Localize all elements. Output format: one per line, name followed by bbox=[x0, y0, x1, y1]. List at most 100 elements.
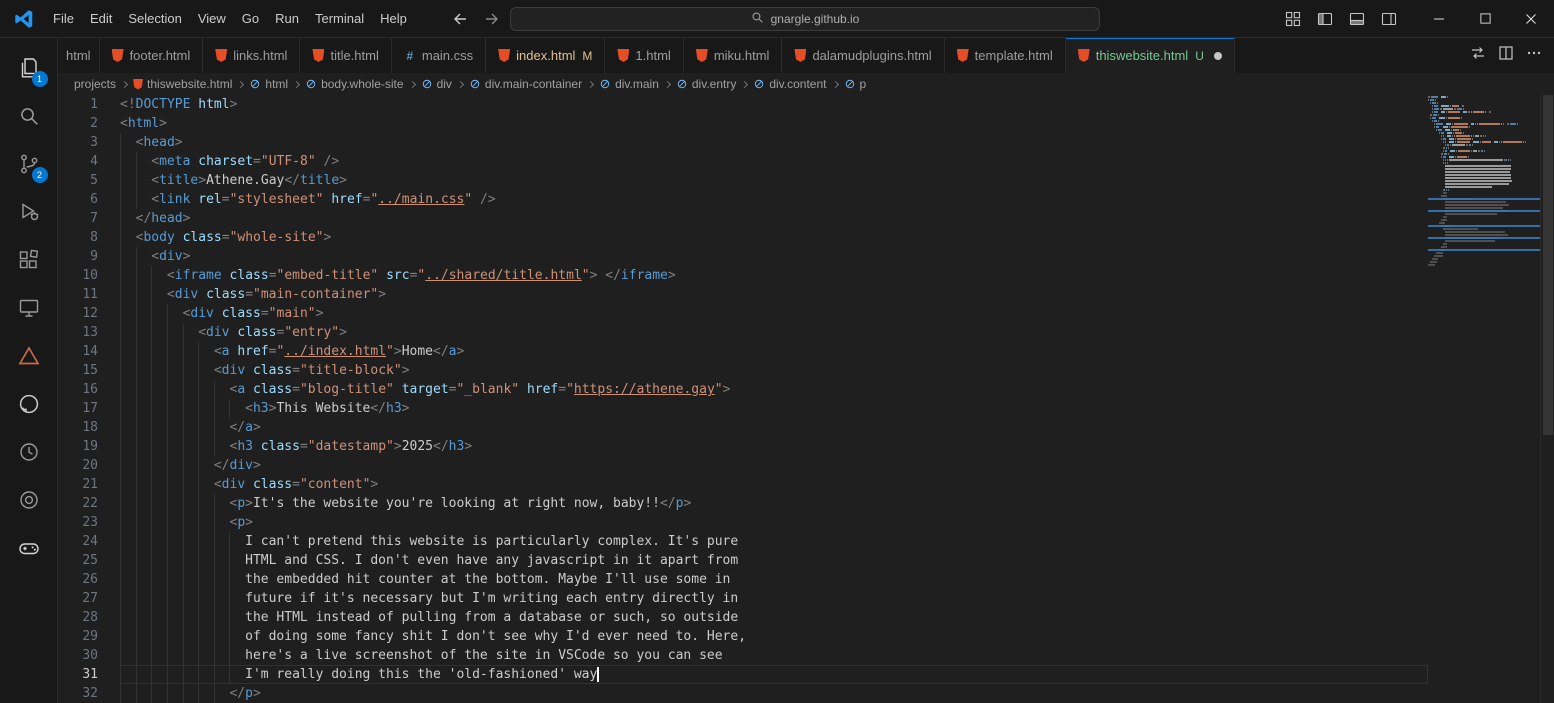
line-number[interactable]: 16 bbox=[58, 380, 120, 399]
tab-links.html[interactable]: links.html bbox=[203, 38, 300, 73]
code-line[interactable]: 8<body class="whole-site"> bbox=[58, 228, 1428, 247]
code-line[interactable]: 15<div class="title-block"> bbox=[58, 361, 1428, 380]
line-number[interactable]: 26 bbox=[58, 570, 120, 589]
breadcrumb-item-thiswebsite.html[interactable]: thiswebsite.html bbox=[133, 77, 232, 91]
line-number[interactable]: 3 bbox=[58, 133, 120, 152]
tab-footer.html[interactable]: footer.html bbox=[100, 38, 204, 73]
minimap[interactable] bbox=[1428, 95, 1540, 703]
code-line[interactable]: 20</div> bbox=[58, 456, 1428, 475]
tab-dalamudplugins.html[interactable]: dalamudplugins.html bbox=[782, 38, 944, 73]
code-line[interactable]: 31I'm really doing this the 'old-fashion… bbox=[58, 665, 1428, 684]
sidebar-item-gamepad-extension[interactable] bbox=[0, 524, 58, 572]
code-line[interactable]: 28the HTML instead of pulling from a dat… bbox=[58, 608, 1428, 627]
line-number[interactable]: 21 bbox=[58, 475, 120, 494]
code-line[interactable]: 9<div> bbox=[58, 247, 1428, 266]
line-number[interactable]: 4 bbox=[58, 152, 120, 171]
sidebar-item-explorer[interactable]: 1 bbox=[0, 44, 58, 92]
line-number[interactable]: 31 bbox=[58, 665, 120, 684]
tab-template.html[interactable]: template.html bbox=[945, 38, 1066, 73]
line-number[interactable]: 17 bbox=[58, 399, 120, 418]
menu-edit[interactable]: Edit bbox=[82, 7, 120, 31]
code-line[interactable]: 7</head> bbox=[58, 209, 1428, 228]
code-line[interactable]: 1<!DOCTYPE html> bbox=[58, 95, 1428, 114]
line-number[interactable]: 7 bbox=[58, 209, 120, 228]
sidebar-item-triangle-extension[interactable] bbox=[0, 332, 58, 380]
breadcrumb-item-div[interactable]: div bbox=[421, 77, 452, 91]
tab-thiswebsite.html[interactable]: thiswebsite.htmlU bbox=[1066, 38, 1235, 73]
line-number[interactable]: 30 bbox=[58, 646, 120, 665]
code-line[interactable]: 26the embedded hit counter at the bottom… bbox=[58, 570, 1428, 589]
breadcrumb-item-div.main-container[interactable]: div.main-container bbox=[469, 77, 582, 91]
tab-html[interactable]: html bbox=[58, 38, 100, 73]
scrollbar-thumb[interactable] bbox=[1543, 95, 1553, 435]
scrollbar[interactable] bbox=[1540, 95, 1554, 703]
line-number[interactable]: 15 bbox=[58, 361, 120, 380]
line-number[interactable]: 1 bbox=[58, 95, 120, 114]
code-line[interactable]: 6<link rel="stylesheet" href="../main.cs… bbox=[58, 190, 1428, 209]
code-editor[interactable]: 1<!DOCTYPE html>2<html>3<head>4<meta cha… bbox=[58, 95, 1428, 703]
breadcrumb-item-html[interactable]: html bbox=[249, 77, 288, 91]
breadcrumb-item-div.content[interactable]: div.content bbox=[753, 77, 826, 91]
line-number[interactable]: 27 bbox=[58, 589, 120, 608]
menu-go[interactable]: Go bbox=[234, 7, 267, 31]
breadcrumb-item-div.entry[interactable]: div.entry bbox=[676, 77, 736, 91]
code-line[interactable]: 18</a> bbox=[58, 418, 1428, 437]
menu-terminal[interactable]: Terminal bbox=[307, 7, 372, 31]
tab-title.html[interactable]: title.html bbox=[300, 38, 391, 73]
line-number[interactable]: 19 bbox=[58, 437, 120, 456]
line-number[interactable]: 22 bbox=[58, 494, 120, 513]
code-line[interactable]: 22<p>It's the website you're looking at … bbox=[58, 494, 1428, 513]
code-line[interactable]: 23<p> bbox=[58, 513, 1428, 532]
code-line[interactable]: 25HTML and CSS. I don't even have any ja… bbox=[58, 551, 1428, 570]
toggle-secondary-sidebar-icon[interactable] bbox=[1376, 6, 1402, 32]
code-line[interactable]: 14<a href="../index.html">Home</a> bbox=[58, 342, 1428, 361]
menu-run[interactable]: Run bbox=[267, 7, 307, 31]
tab-index.html[interactable]: index.htmlM bbox=[486, 38, 605, 73]
menu-view[interactable]: View bbox=[190, 7, 234, 31]
line-number[interactable]: 10 bbox=[58, 266, 120, 285]
code-line[interactable]: 4<meta charset="UTF-8" /> bbox=[58, 152, 1428, 171]
tab-miku.html[interactable]: miku.html bbox=[684, 38, 783, 73]
breadcrumb-item-body.whole-site[interactable]: body.whole-site bbox=[305, 77, 404, 91]
line-number[interactable]: 32 bbox=[58, 684, 120, 703]
breadcrumb-item-div.main[interactable]: div.main bbox=[599, 77, 659, 91]
split-editor-icon[interactable] bbox=[1498, 45, 1514, 66]
back-arrow-icon[interactable] bbox=[452, 11, 468, 27]
code-line[interactable]: 10<iframe class="embed-title" src="../sh… bbox=[58, 266, 1428, 285]
breadcrumb-item-p[interactable]: p bbox=[844, 77, 867, 91]
code-line[interactable]: 30here's a live screenshot of the site i… bbox=[58, 646, 1428, 665]
code-line[interactable]: 21<div class="content"> bbox=[58, 475, 1428, 494]
line-number[interactable]: 20 bbox=[58, 456, 120, 475]
toggle-primary-sidebar-icon[interactable] bbox=[1312, 6, 1338, 32]
code-line[interactable]: 5<title>Athene.Gay</title> bbox=[58, 171, 1428, 190]
line-number[interactable]: 9 bbox=[58, 247, 120, 266]
sidebar-item-extensions[interactable] bbox=[0, 236, 58, 284]
sidebar-item-search[interactable] bbox=[0, 92, 58, 140]
code-line[interactable]: 19<h3 class="datestamp">2025</h3> bbox=[58, 437, 1428, 456]
forward-arrow-icon[interactable] bbox=[484, 11, 500, 27]
line-number[interactable]: 2 bbox=[58, 114, 120, 133]
code-line[interactable]: 13<div class="entry"> bbox=[58, 323, 1428, 342]
code-line[interactable]: 29of doing some fancy shit I don't see w… bbox=[58, 627, 1428, 646]
sidebar-item-github[interactable] bbox=[0, 380, 58, 428]
code-line[interactable]: 24I can't pretend this website is partic… bbox=[58, 532, 1428, 551]
tab-main.css[interactable]: #main.css bbox=[392, 38, 486, 73]
code-line[interactable]: 2<html> bbox=[58, 114, 1428, 133]
line-number[interactable]: 28 bbox=[58, 608, 120, 627]
customize-layout-icon[interactable] bbox=[1280, 6, 1306, 32]
code-line[interactable]: 11<div class="main-container"> bbox=[58, 285, 1428, 304]
line-number[interactable]: 11 bbox=[58, 285, 120, 304]
sidebar-item-clock-extension[interactable] bbox=[0, 428, 58, 476]
dirty-indicator-icon[interactable] bbox=[1214, 52, 1222, 60]
line-number[interactable]: 14 bbox=[58, 342, 120, 361]
line-number[interactable]: 23 bbox=[58, 513, 120, 532]
more-actions-icon[interactable] bbox=[1526, 45, 1542, 66]
tab-1.html[interactable]: 1.html bbox=[605, 38, 683, 73]
code-line[interactable]: 12<div class="main"> bbox=[58, 304, 1428, 323]
search-input[interactable]: gnargle.github.io bbox=[510, 7, 1100, 31]
code-line[interactable]: 16<a class="blog-title" target="_blank" … bbox=[58, 380, 1428, 399]
line-number[interactable]: 25 bbox=[58, 551, 120, 570]
line-number[interactable]: 24 bbox=[58, 532, 120, 551]
toggle-panel-icon[interactable] bbox=[1344, 6, 1370, 32]
line-number[interactable]: 12 bbox=[58, 304, 120, 323]
